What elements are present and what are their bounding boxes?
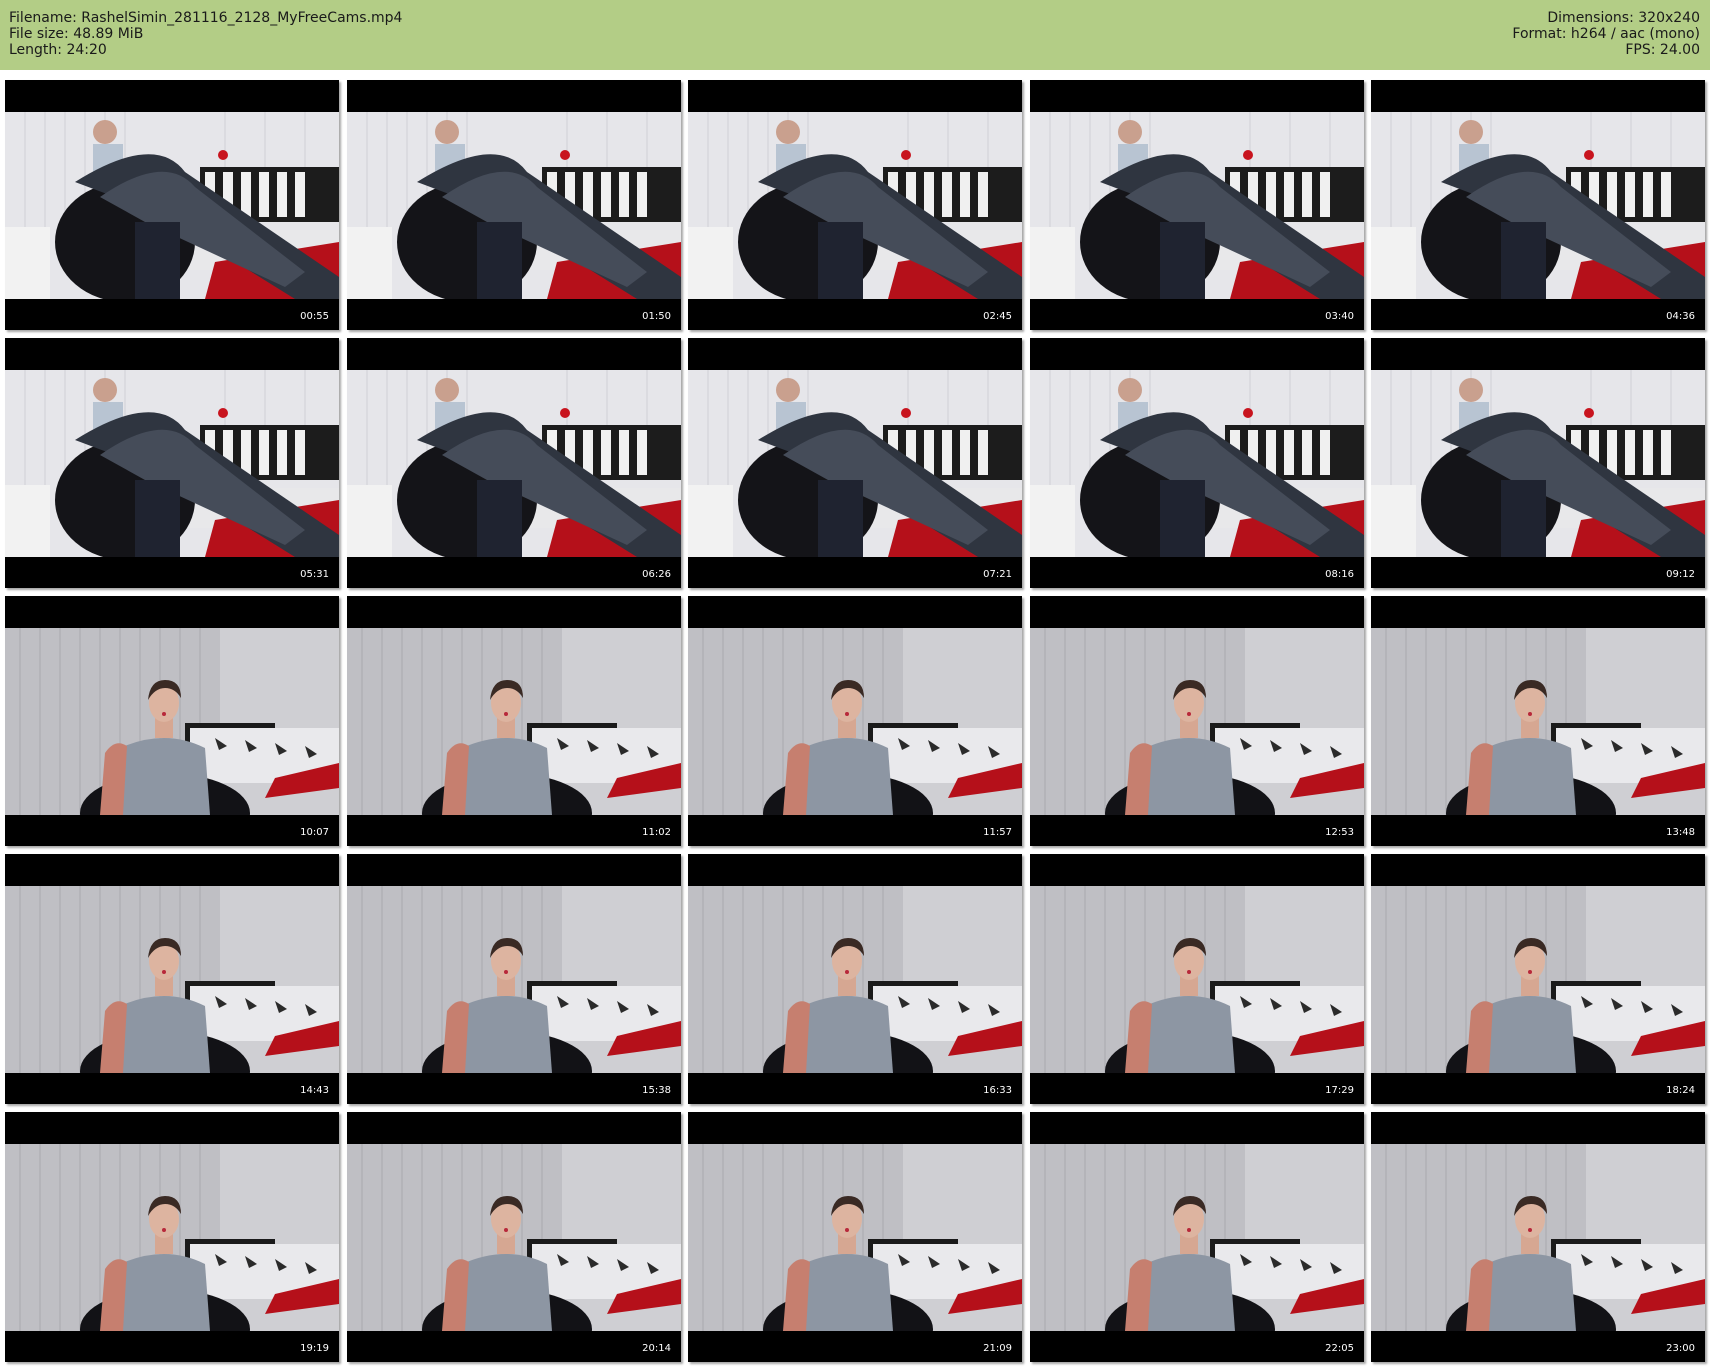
thumbnail-timestamp: 10:07 [300, 827, 329, 838]
video-thumbnail: 04:36 [1371, 80, 1705, 330]
video-thumbnail: 08:16 [1030, 338, 1364, 588]
thumbnail-timestamp: 17:29 [1325, 1085, 1354, 1096]
thumbnail-frame-image [5, 886, 339, 1073]
video-thumbnail: 19:19 [5, 1112, 339, 1362]
thumbnail-frame-image [1371, 370, 1705, 557]
thumbnail-timestamp: 07:21 [983, 569, 1012, 580]
dimensions-text: Dimensions: 320x240 [1547, 10, 1700, 26]
thumbnail-frame-image [347, 370, 681, 557]
thumbnail-frame-image [5, 370, 339, 557]
filesize-text: File size: 48.89 MiB [9, 26, 144, 42]
thumbnail-grid: 00:55 01:50 02:45 03:40 04:36 05:31 06:2… [5, 80, 1705, 1365]
thumbnail-frame-image [688, 112, 1022, 299]
thumbnail-frame-image [1030, 112, 1364, 299]
thumbnail-frame-image [1371, 112, 1705, 299]
thumbnail-timestamp: 11:02 [642, 827, 671, 838]
video-thumbnail: 11:02 [347, 596, 681, 846]
thumbnail-frame-image [347, 628, 681, 815]
thumbnail-timestamp: 14:43 [300, 1085, 329, 1096]
thumbnail-frame-image [347, 1144, 681, 1331]
file-info-right: Dimensions: 320x240 Format: h264 / aac (… [1512, 10, 1700, 58]
thumbnail-frame-image [347, 886, 681, 1073]
thumbnail-frame-image [688, 1144, 1022, 1331]
thumbnail-frame-image [1371, 628, 1705, 815]
video-thumbnail: 03:40 [1030, 80, 1364, 330]
thumbnail-timestamp: 22:05 [1325, 1343, 1354, 1354]
thumbnail-frame-image [1371, 886, 1705, 1073]
thumbnail-timestamp: 03:40 [1325, 311, 1354, 322]
thumbnail-frame-image [1030, 370, 1364, 557]
video-thumbnail: 01:50 [347, 80, 681, 330]
format-text: Format: h264 / aac (mono) [1512, 26, 1700, 42]
thumbnail-frame-image [1371, 1144, 1705, 1331]
thumbnail-timestamp: 12:53 [1325, 827, 1354, 838]
video-thumbnail: 06:26 [347, 338, 681, 588]
video-thumbnail: 23:00 [1371, 1112, 1705, 1362]
video-thumbnail: 22:05 [1030, 1112, 1364, 1362]
thumbnail-timestamp: 05:31 [300, 569, 329, 580]
fps-text: FPS: 24.00 [1625, 42, 1700, 58]
thumbnail-frame-image [688, 370, 1022, 557]
thumbnail-frame-image [1030, 628, 1364, 815]
thumbnail-timestamp: 09:12 [1666, 569, 1695, 580]
video-thumbnail: 16:33 [688, 854, 1022, 1104]
file-info-left: Filename: RashelSimin_281116_2128_MyFree… [9, 10, 402, 58]
thumbnail-timestamp: 04:36 [1666, 311, 1695, 322]
thumbnail-timestamp: 01:50 [642, 311, 671, 322]
video-thumbnail: 15:38 [347, 854, 681, 1104]
thumbnail-timestamp: 20:14 [642, 1343, 671, 1354]
video-thumbnail: 09:12 [1371, 338, 1705, 588]
thumbnail-timestamp: 06:26 [642, 569, 671, 580]
thumbnail-timestamp: 15:38 [642, 1085, 671, 1096]
thumbnail-timestamp: 19:19 [300, 1343, 329, 1354]
video-thumbnail: 17:29 [1030, 854, 1364, 1104]
thumbnail-timestamp: 08:16 [1325, 569, 1354, 580]
thumbnail-frame-image [688, 628, 1022, 815]
filename-text: Filename: RashelSimin_281116_2128_MyFree… [9, 10, 403, 26]
thumbnail-frame-image [5, 112, 339, 299]
video-thumbnail: 18:24 [1371, 854, 1705, 1104]
thumbnail-frame-image [5, 1144, 339, 1331]
thumbnail-frame-image [1030, 1144, 1364, 1331]
video-thumbnail: 21:09 [688, 1112, 1022, 1362]
video-thumbnail: 11:57 [688, 596, 1022, 846]
video-thumbnail: 14:43 [5, 854, 339, 1104]
video-thumbnail: 10:07 [5, 596, 339, 846]
thumbnail-frame-image [688, 886, 1022, 1073]
length-text: Length: 24:20 [9, 42, 107, 58]
thumbnail-timestamp: 02:45 [983, 311, 1012, 322]
thumbnail-frame-image [347, 112, 681, 299]
thumbnail-timestamp: 21:09 [983, 1343, 1012, 1354]
video-thumbnail: 20:14 [347, 1112, 681, 1362]
thumbnail-timestamp: 18:24 [1666, 1085, 1695, 1096]
info-header: Filename: RashelSimin_281116_2128_MyFree… [0, 0, 1710, 70]
video-thumbnail: 13:48 [1371, 596, 1705, 846]
video-thumbnail: 12:53 [1030, 596, 1364, 846]
video-thumbnail: 02:45 [688, 80, 1022, 330]
thumbnail-timestamp: 23:00 [1666, 1343, 1695, 1354]
thumbnail-timestamp: 00:55 [300, 311, 329, 322]
video-thumbnail: 05:31 [5, 338, 339, 588]
video-thumbnail: 07:21 [688, 338, 1022, 588]
thumbnail-timestamp: 11:57 [983, 827, 1012, 838]
thumbnail-frame-image [1030, 886, 1364, 1073]
video-thumbnail: 00:55 [5, 80, 339, 330]
thumbnail-timestamp: 13:48 [1666, 827, 1695, 838]
thumbnail-frame-image [5, 628, 339, 815]
thumbnail-timestamp: 16:33 [983, 1085, 1012, 1096]
